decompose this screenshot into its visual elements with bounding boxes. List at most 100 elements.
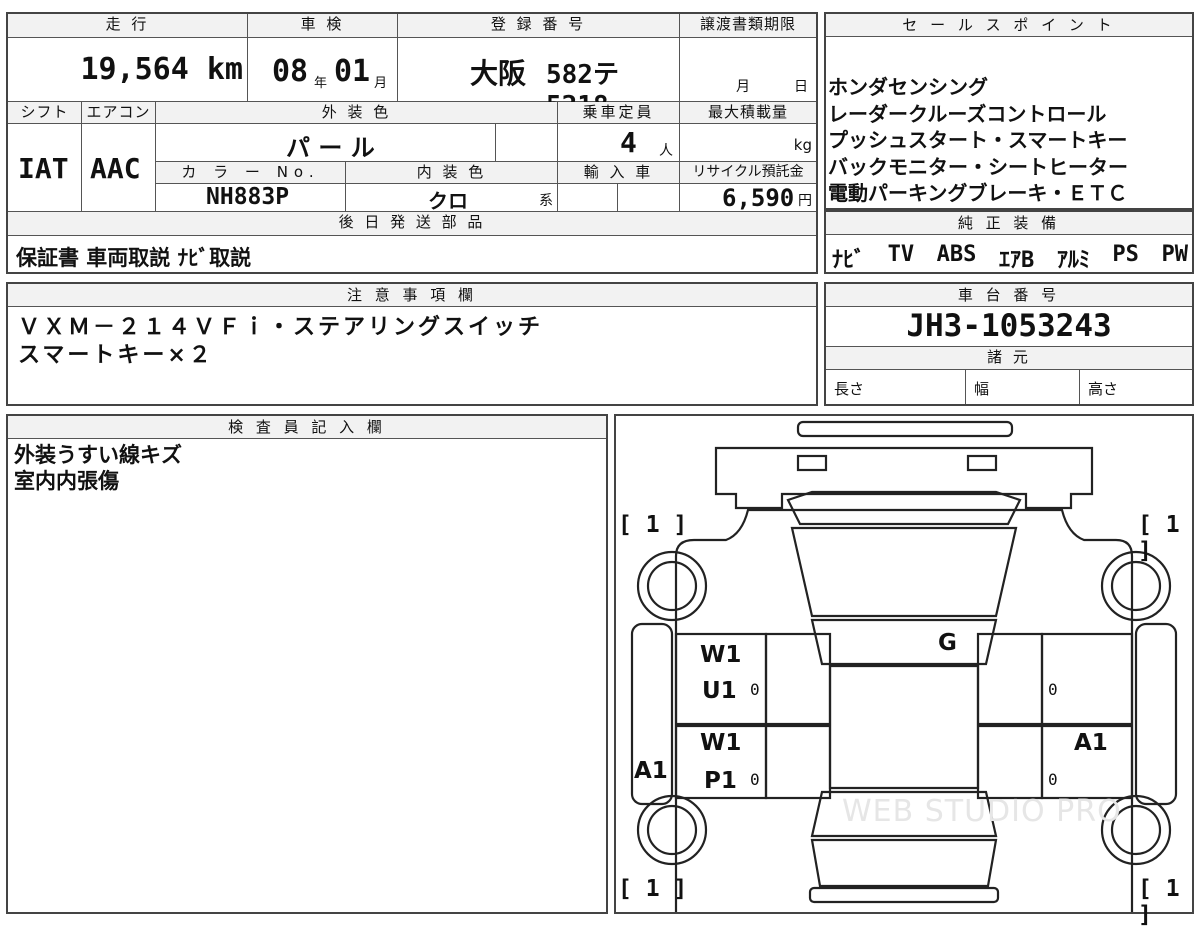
- capacity-value: 4: [620, 126, 637, 159]
- dimension-width-label: 幅: [974, 380, 990, 398]
- chassis-header: 車 台 番 号: [826, 284, 1192, 307]
- trunk-shape: [810, 838, 998, 888]
- inspector-list: 外装うすい線キズ 室内内張傷: [14, 442, 182, 494]
- wheel-front-right-inner-shape: [1110, 560, 1162, 612]
- later-parts-header: 後 日 発 送 部 品: [8, 212, 816, 236]
- ac-value: AAC: [90, 152, 141, 185]
- recycle-value: 6,590: [722, 184, 795, 212]
- bracket-rear-left: [ 1 ]: [618, 876, 688, 902]
- sales-point-item: ホンダセンシング: [828, 75, 988, 99]
- mark-rear-left-1: W1: [700, 730, 742, 756]
- inspection-year-unit: 年: [314, 76, 328, 91]
- right-pillar-front-shape: [976, 632, 1044, 726]
- bracket-front-right: [ 1 ]: [1138, 512, 1180, 564]
- inspector-line: 外装うすい線キズ: [14, 443, 182, 467]
- import-header: 輸 入 車: [558, 162, 680, 184]
- equipment-box: 純 正 装 備 ﾅﾋﾞ TV ABS ｴｱB ｱﾙﾐ PS PW: [824, 210, 1194, 274]
- sales-point-item: バックモニター・シートヒーター: [828, 154, 1128, 179]
- registration-cell: 大阪 582テ5218: [398, 38, 680, 121]
- hood-shape: [714, 446, 1094, 510]
- dimension-length-label: 長さ: [834, 380, 865, 398]
- interior-cell: クロ 系: [346, 184, 558, 213]
- equipment-item: TV: [887, 242, 915, 267]
- recycle-header: リサイクル預託金: [680, 162, 816, 184]
- transfer-header: 譲渡書類期限: [680, 14, 816, 38]
- capacity-header: 乗車定員: [558, 102, 680, 124]
- chassis-box: 車 台 番 号 JH3-1053243 諸 元 長さ 幅 高さ: [824, 282, 1194, 406]
- notes-header: 注 意 事 項 欄: [8, 284, 816, 307]
- equipment-item: ﾅﾋﾞ: [832, 248, 866, 273]
- load-header: 最大積載量: [680, 102, 816, 124]
- load-unit: kg: [793, 136, 812, 154]
- notes-box: 注 意 事 項 欄 ＶＸＭ－２１４ＶＦｉ・ステアリングスイッチ スマートキー×２: [6, 282, 818, 406]
- registration-area: 大阪: [470, 57, 527, 90]
- inspector-header: 検 査 員 記 入 欄: [8, 416, 606, 439]
- bracket-rear-right: [ 1 ]: [1138, 876, 1180, 928]
- inspection-month: 01: [334, 54, 371, 89]
- interior-header: 内 装 色: [346, 162, 558, 184]
- note-line: スマートキー×２: [18, 343, 214, 368]
- sales-point-item: 電動パーキングブレーキ・ＥＴＣ: [828, 181, 1128, 205]
- dimension-width: 幅: [966, 370, 1080, 404]
- body-outline-shape: [674, 508, 1134, 912]
- inspection-cell: 08 年 01 月: [248, 38, 398, 102]
- mark-roof: G: [938, 630, 957, 656]
- mark-zero-3: 0: [1048, 680, 1058, 699]
- dimension-length: 長さ: [826, 370, 966, 404]
- later-parts-text: 保証書 車両取説 ﾅﾋﾞ取説: [16, 246, 252, 270]
- import-cell-2: [618, 184, 680, 212]
- capacity-cell: 4 人: [558, 124, 680, 162]
- exterior-value: パ ー ル: [286, 134, 375, 162]
- mark-front-left-1: W1: [700, 642, 742, 668]
- cabin-shape: [828, 664, 980, 790]
- mark-zero-1: 0: [750, 680, 760, 699]
- dimension-height-label: 高さ: [1088, 380, 1119, 398]
- inspector-box: 検 査 員 記 入 欄 外装うすい線キズ 室内内張傷: [6, 414, 608, 914]
- transfer-cell: 月 日: [680, 38, 816, 102]
- vehicle-info-table: 走 行 車 検 登 録 番 号 譲渡書類期限 19,564 km 08 年 01…: [6, 12, 818, 274]
- mark-rear-left-2: P1: [704, 768, 737, 794]
- sales-points-list: ホンダセンシング レーダークルーズコントロール プッシュスタート・スマートキー バック…: [828, 74, 1128, 207]
- roof-front-shape: [810, 618, 998, 666]
- windshield-shape: [786, 490, 1022, 526]
- watermark: WEB STUDIO PRO: [842, 794, 1122, 829]
- inspector-line: 室内内張傷: [14, 469, 119, 493]
- ac-cell: AAC: [82, 124, 156, 212]
- equipment-header: 純 正 装 備: [826, 212, 1192, 235]
- load-cell: kg: [680, 124, 816, 162]
- mark-front-left-2: U1: [702, 678, 737, 704]
- sales-point-item: プッシュスタート・スマートキー: [828, 128, 1128, 152]
- recycle-unit: 円: [798, 193, 812, 209]
- left-headlight-shape: [796, 454, 828, 472]
- registration-header: 登 録 番 号: [398, 14, 680, 38]
- exterior-cell: パ ー ル: [156, 124, 496, 162]
- sales-points-header: セ ー ル ス ポ イ ン ト: [826, 14, 1192, 37]
- right-rocker-shape: [1134, 622, 1178, 806]
- front-bumper-shape: [796, 420, 1014, 438]
- wheel-rear-left-inner-shape: [646, 804, 698, 856]
- sales-point-item: レーダークルーズコントロール: [828, 101, 1107, 126]
- shift-cell: IAT: [8, 124, 82, 212]
- shift-header: シフト: [8, 102, 82, 124]
- color-no-cell: NH883P: [156, 184, 346, 212]
- dimensions-header: 諸 元: [826, 346, 1192, 370]
- shift-value: IAT: [18, 152, 69, 185]
- capacity-unit: 人: [659, 143, 673, 159]
- sales-points-box: セ ー ル ス ポ イ ン ト ホンダセンシング レーダークルーズコントロール プッ…: [824, 12, 1194, 210]
- bracket-front-left: [ 1 ]: [618, 512, 688, 538]
- ac-header: エアコン: [82, 102, 156, 124]
- right-front-door-shape: [1040, 632, 1134, 726]
- mark-left-side: A1: [634, 758, 668, 784]
- equipment-item: PS: [1112, 242, 1139, 267]
- interior-unit: 系: [539, 193, 553, 209]
- chassis-number: JH3-1053243: [906, 308, 1112, 344]
- transfer-month-unit: 月: [736, 79, 750, 95]
- exterior-header: 外 装 色: [156, 102, 558, 124]
- mileage-value: 19,564 km: [80, 52, 243, 87]
- equipment-item: ｱﾙﾐ: [1056, 248, 1090, 273]
- right-headlight-shape: [966, 454, 998, 472]
- mark-zero-2: 0: [750, 770, 760, 789]
- color-no-header: カ ラ ー No.: [156, 162, 346, 184]
- equipment-item: PW: [1161, 242, 1189, 267]
- inspection-header: 車 検: [248, 14, 398, 38]
